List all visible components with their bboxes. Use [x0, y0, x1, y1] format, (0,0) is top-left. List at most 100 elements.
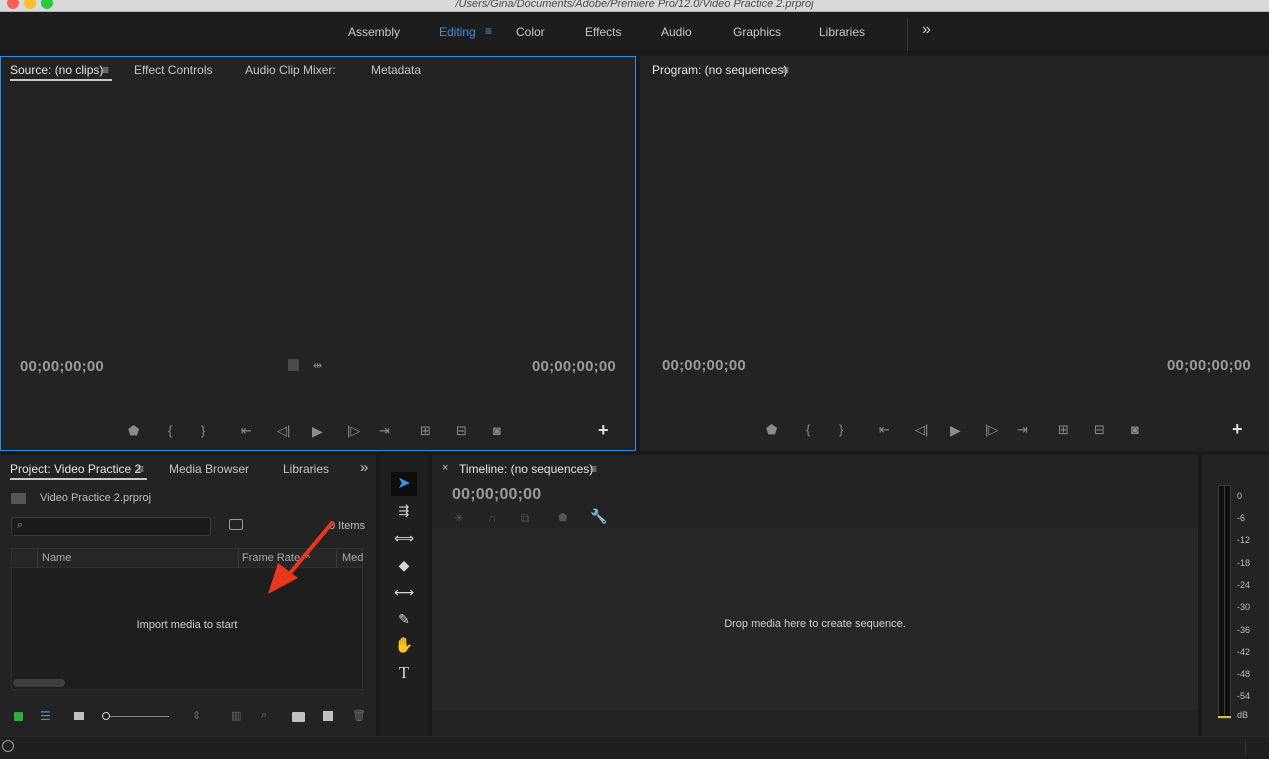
lock-icon[interactable]	[14, 712, 23, 721]
workspace-divider	[907, 19, 908, 52]
drag-video-icon[interactable]	[288, 359, 299, 371]
workspace-overflow-icon[interactable]: »	[922, 21, 931, 39]
automate-to-sequence-icon[interactable]: ▥	[231, 709, 241, 722]
project-overflow-icon[interactable]: »	[360, 459, 368, 476]
workspace-menu-icon[interactable]: ≡	[485, 24, 492, 38]
program-playhead-timecode[interactable]: 00;00;00;00	[662, 357, 746, 374]
export-frame-icon[interactable]: ◙	[493, 424, 501, 438]
timeline-panel: × Timeline: (no sequences) ≡ 00;00;00;00…	[432, 455, 1198, 736]
ripple-edit-tool-icon[interactable]: ⟺	[391, 526, 417, 550]
snap-icon[interactable]: ∩	[488, 511, 497, 525]
program-panel-title[interactable]: Program: (no sequences)	[652, 63, 787, 77]
timeline-drop-area[interactable]: Drop media here to create sequence.	[432, 528, 1198, 710]
mark-in-icon[interactable]: {	[806, 423, 810, 437]
extract-icon[interactable]: ⊟	[1094, 423, 1105, 437]
column-header-name[interactable]: Name	[42, 552, 71, 564]
overwrite-icon[interactable]: ⊟	[456, 424, 467, 438]
new-bin-icon[interactable]	[292, 712, 305, 722]
audio-meters-panel: 0 -6 -12 -18 -24 -30 -36 -42 -48 -54 dB	[1202, 455, 1269, 736]
program-panel-menu-icon[interactable]: ≡	[782, 63, 789, 77]
find-icon[interactable]: ⌕	[261, 709, 267, 722]
razor-tool-icon[interactable]: ◆	[391, 553, 417, 577]
tab-source[interactable]: Source: (no clips)	[10, 63, 103, 77]
go-to-in-icon[interactable]: ⇤	[879, 423, 890, 437]
project-search-input[interactable]: ⌕	[11, 517, 211, 536]
column-divider	[238, 549, 239, 568]
drop-media-message: Drop media here to create sequence.	[724, 618, 906, 630]
icon-view-icon[interactable]	[74, 712, 84, 720]
workspace-tab-libraries[interactable]: Libraries	[819, 25, 865, 39]
workspace-tab-assembly[interactable]: Assembly	[348, 25, 400, 39]
type-tool-icon[interactable]: T	[391, 661, 417, 685]
lift-icon[interactable]: ⊞	[1058, 423, 1069, 437]
mark-in-icon[interactable]: {	[168, 424, 172, 438]
step-back-icon[interactable]: ◁|	[277, 424, 290, 438]
pen-tool-icon[interactable]: ✎	[391, 607, 417, 631]
clear-icon[interactable]: 🗑	[352, 709, 366, 722]
insert-nested-sequence-icon[interactable]: ✳	[454, 511, 464, 525]
marker-icon[interactable]: ⬟	[766, 423, 777, 437]
horizontal-scrollbar[interactable]	[13, 679, 65, 687]
source-button-editor-icon[interactable]: +	[598, 420, 609, 441]
db-label: -48	[1237, 669, 1251, 679]
workspace-tab-effects[interactable]: Effects	[585, 25, 621, 39]
db-label: -24	[1237, 580, 1251, 590]
program-monitor-panel: Program: (no sequences) ≡ 00;00;00;00 00…	[640, 56, 1269, 451]
marker-icon[interactable]: ⬟	[128, 424, 139, 438]
step-back-icon[interactable]: ◁|	[915, 423, 928, 437]
column-header-media[interactable]: Med	[342, 552, 363, 564]
tab-media-browser[interactable]: Media Browser	[169, 462, 249, 476]
step-forward-icon[interactable]: |▷	[985, 423, 998, 437]
zoom-slider[interactable]	[102, 716, 169, 717]
workspace-tab-graphics[interactable]: Graphics	[733, 25, 781, 39]
mark-out-icon[interactable]: }	[201, 424, 205, 438]
program-button-editor-icon[interactable]: +	[1232, 419, 1243, 440]
db-label: -54	[1237, 691, 1251, 701]
selection-tool-icon[interactable]: ➤	[391, 472, 417, 496]
go-to-out-icon[interactable]: ⇥	[1017, 423, 1028, 437]
program-transport-controls: ⬟ { } ⇤ ◁| ▶ |▷ ⇥ ⊞ ⊟ ◙	[766, 423, 1156, 439]
track-select-forward-tool-icon[interactable]: ⇶	[391, 499, 417, 523]
project-panel-menu-icon[interactable]: ≡	[137, 462, 144, 476]
project-folder-icon	[11, 493, 26, 504]
mark-out-icon[interactable]: }	[839, 423, 843, 437]
tab-project[interactable]: Project: Video Practice 2	[10, 462, 141, 476]
add-marker-icon[interactable]: ⬟	[558, 511, 568, 525]
source-duration-timecode: 00;00;00;00	[532, 358, 616, 375]
source-playhead-timecode[interactable]: 00;00;00;00	[20, 358, 104, 375]
go-to-in-icon[interactable]: ⇤	[241, 424, 252, 438]
source-transport-controls: ⬟ { } ⇤ ◁| ▶ |▷ ⇥ ⊞ ⊟ ◙	[128, 424, 518, 440]
db-label: -30	[1237, 602, 1251, 612]
go-to-out-icon[interactable]: ⇥	[379, 424, 390, 438]
timeline-title[interactable]: Timeline: (no sequences)	[459, 462, 593, 476]
import-media-message: Import media to start	[136, 619, 238, 631]
tab-libraries[interactable]: Libraries	[283, 462, 329, 476]
hand-tool-icon[interactable]: ✋	[391, 634, 417, 658]
export-frame-icon[interactable]: ◙	[1131, 423, 1139, 437]
new-item-icon[interactable]	[323, 711, 333, 721]
tab-effect-controls[interactable]: Effect Controls	[134, 63, 212, 77]
tab-metadata[interactable]: Metadata	[371, 63, 421, 77]
timeline-menu-icon[interactable]: ≡	[590, 462, 597, 476]
step-forward-icon[interactable]: |▷	[347, 424, 360, 438]
workspace-tab-color[interactable]: Color	[516, 25, 545, 39]
new-search-bin-icon[interactable]	[229, 519, 243, 530]
source-panel-menu-icon[interactable]: ≡	[102, 63, 109, 77]
workspace-tab-audio[interactable]: Audio	[661, 25, 692, 39]
project-file-name: Video Practice 2.prproj	[40, 492, 152, 504]
close-timeline-icon[interactable]: ×	[442, 462, 448, 474]
workspace-tab-editing[interactable]: Editing	[439, 25, 476, 39]
sort-icons-icon[interactable]: ⇕	[192, 709, 201, 722]
play-icon[interactable]: ▶	[950, 423, 961, 437]
tab-audio-clip-mixer[interactable]: Audio Clip Mixer:	[245, 63, 336, 77]
timeline-playhead-timecode[interactable]: 00;00;00;00	[452, 486, 541, 504]
zoom-slider-handle[interactable]	[102, 712, 110, 720]
slip-tool-icon[interactable]: ⟷	[391, 580, 417, 604]
linked-selection-icon[interactable]: ⧉	[521, 511, 530, 525]
insert-icon[interactable]: ⊞	[420, 424, 431, 438]
timeline-settings-wrench-icon[interactable]: 🔧	[590, 509, 607, 523]
drag-audio-icon[interactable]: ⇹	[313, 359, 322, 373]
creative-cloud-sync-icon[interactable]	[2, 740, 14, 752]
list-view-icon[interactable]: ☰	[40, 709, 51, 723]
play-icon[interactable]: ▶	[312, 424, 323, 438]
